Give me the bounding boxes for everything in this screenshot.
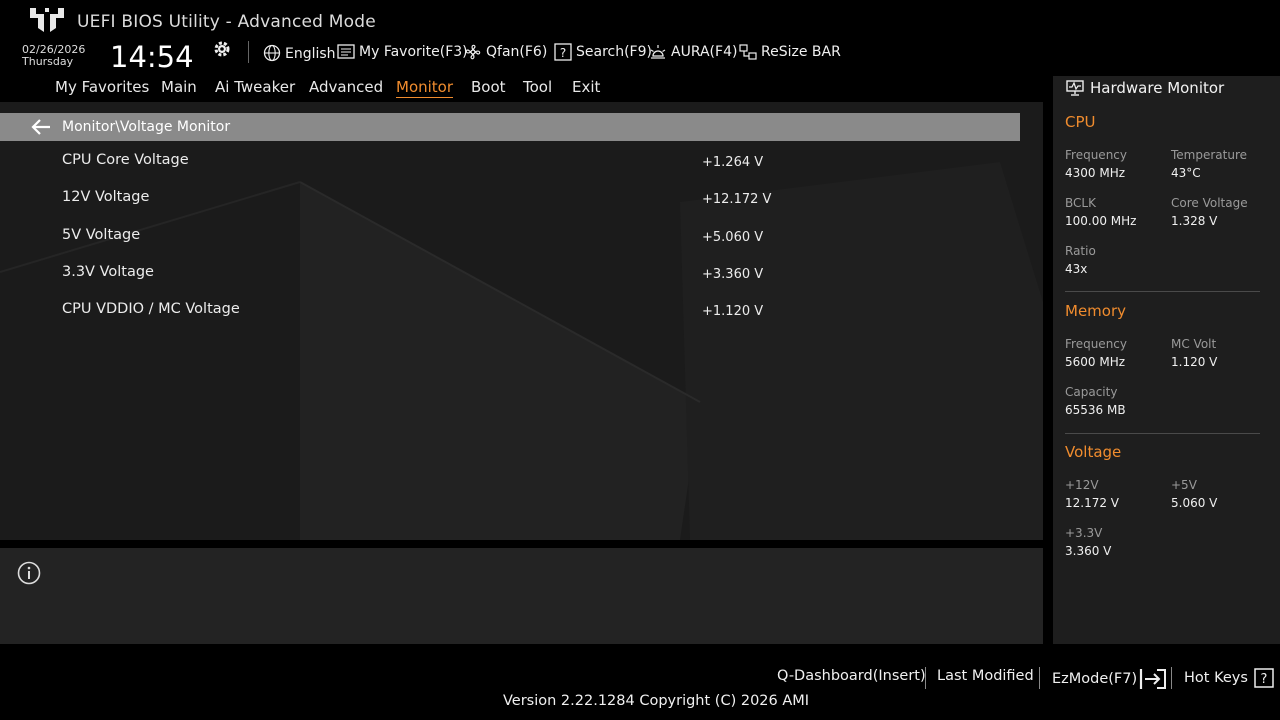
my-favorite-label: My Favorite(F3) <box>359 44 468 60</box>
resize-bar-button[interactable]: ReSize BAR <box>739 43 841 61</box>
hot-keys-label: Hot Keys <box>1184 670 1248 686</box>
help-info-panel <box>0 548 1043 644</box>
cpu-frequency-label: Frequency <box>1065 148 1127 162</box>
aura-label: AURA(F4) <box>671 44 738 60</box>
5v-value: 5.060 V <box>1171 496 1218 510</box>
core-voltage-label: Core Voltage <box>1171 196 1248 210</box>
monitor-icon <box>1066 80 1084 96</box>
12v-voltage-value: +12.172 V <box>702 192 772 207</box>
5v-voltage-value: +5.060 V <box>702 230 764 245</box>
info-icon <box>17 561 41 585</box>
resize-bar-icon <box>739 44 757 60</box>
tab-main[interactable]: Main <box>161 78 197 96</box>
tab-my-favorites[interactable]: My Favorites <box>55 78 149 96</box>
app-title: UEFI BIOS Utility - Advanced Mode <box>77 12 376 32</box>
cpu-temperature-value: 43°C <box>1171 166 1201 180</box>
divider-bar <box>0 540 1043 548</box>
footer-divider <box>1039 667 1040 689</box>
cpu-temperature-label: Temperature <box>1171 148 1248 162</box>
language-button[interactable]: English <box>263 43 336 62</box>
ratio-value: 43x <box>1065 262 1088 276</box>
memory-frequency-value: 5600 MHz <box>1065 355 1126 369</box>
tab-advanced[interactable]: Advanced <box>309 78 383 96</box>
3v3-voltage-label[interactable]: 3.3V Voltage <box>62 264 154 280</box>
version-text: Version 2.22.1284 Copyright (C) 2026 AMI <box>503 693 810 709</box>
voltage-heading: Voltage <box>1065 443 1122 461</box>
search-help-icon: ? <box>554 43 572 61</box>
search-button[interactable]: ? Search(F9) <box>554 43 652 61</box>
q-dashboard-button[interactable]: Q-Dashboard(Insert) <box>777 668 926 684</box>
capacity-label: Capacity <box>1065 385 1118 399</box>
3v3-voltage-value: +3.360 V <box>702 267 764 282</box>
cpu-frequency-value: 4300 MHz <box>1065 166 1126 180</box>
cpu-heading: CPU <box>1065 113 1096 131</box>
search-label: Search(F9) <box>576 44 652 60</box>
5v-voltage-label[interactable]: 5V Voltage <box>62 227 140 243</box>
my-favorite-button[interactable]: My Favorite(F3) <box>337 43 468 61</box>
aura-button[interactable]: AURA(F4) <box>649 43 737 61</box>
back-arrow-icon[interactable] <box>30 118 52 136</box>
12v-label: +12V <box>1065 478 1099 492</box>
day-text: Thursday <box>22 55 74 68</box>
tab-boot[interactable]: Boot <box>471 78 506 96</box>
hot-keys-button[interactable]: Hot Keys ? <box>1184 668 1274 688</box>
clock: 14:54 <box>110 40 194 74</box>
tab-tool[interactable]: Tool <box>523 78 552 96</box>
cpu-core-voltage-value: +1.264 V <box>702 155 764 170</box>
fan-icon <box>465 44 481 60</box>
12v-value: 12.172 V <box>1065 496 1120 510</box>
breadcrumb: Monitor\Voltage Monitor <box>62 119 231 135</box>
capacity-value: 65536 MB <box>1065 403 1126 417</box>
cpu-core-voltage-label[interactable]: CPU Core Voltage <box>62 152 189 168</box>
bclk-label: BCLK <box>1065 196 1096 210</box>
tab-exit[interactable]: Exit <box>572 78 600 96</box>
core-voltage-value: 1.328 V <box>1171 214 1218 228</box>
gear-icon[interactable] <box>212 39 232 59</box>
language-label: English <box>285 46 336 62</box>
favorite-list-icon <box>337 44 355 59</box>
qfan-button[interactable]: Qfan(F6) <box>464 43 547 61</box>
mc-volt-label: MC Volt <box>1171 337 1217 351</box>
memory-frequency-label: Frequency <box>1065 337 1127 351</box>
svg-text:?: ? <box>560 46 566 60</box>
section-divider <box>1065 291 1260 292</box>
toolbar-divider <box>248 41 249 63</box>
3v3-value: 3.360 V <box>1065 544 1112 558</box>
footer-divider <box>925 667 926 689</box>
12v-voltage-label[interactable]: 12V Voltage <box>62 189 149 205</box>
memory-heading: Memory <box>1065 302 1127 320</box>
cpu-vddio-mc-voltage-value: +1.120 V <box>702 304 764 319</box>
qfan-label: Qfan(F6) <box>486 44 548 60</box>
mc-volt-value: 1.120 V <box>1171 355 1218 369</box>
section-divider <box>1065 433 1260 434</box>
menu-bar <box>0 76 1043 102</box>
tuf-logo-icon <box>30 8 64 32</box>
aura-light-icon <box>650 45 666 59</box>
ezmode-button[interactable]: EzMode(F7) <box>1052 668 1167 690</box>
help-question-icon: ? <box>1254 668 1274 688</box>
hardware-monitor-title: Hardware Monitor <box>1090 79 1225 97</box>
panel-separator <box>1043 76 1053 644</box>
ezmode-label: EzMode(F7) <box>1052 671 1138 687</box>
resize-bar-label: ReSize BAR <box>761 44 841 60</box>
exit-to-ezmode-icon <box>1140 669 1167 689</box>
5v-label: +5V <box>1171 478 1197 492</box>
tab-ai-tweaker[interactable]: Ai Tweaker <box>215 78 295 96</box>
last-modified-button[interactable]: Last Modified <box>937 668 1034 684</box>
footer-divider <box>1171 667 1172 689</box>
globe-icon <box>263 44 281 61</box>
date-display: 02/26/2026 Thursday <box>22 44 85 68</box>
cpu-vddio-mc-voltage-label[interactable]: CPU VDDIO / MC Voltage <box>62 301 240 317</box>
tab-monitor[interactable]: Monitor <box>396 78 454 98</box>
ratio-label: Ratio <box>1065 244 1096 258</box>
3v3-label: +3.3V <box>1065 526 1103 540</box>
bclk-value: 100.00 MHz <box>1065 214 1137 228</box>
svg-text:?: ? <box>1260 672 1267 687</box>
